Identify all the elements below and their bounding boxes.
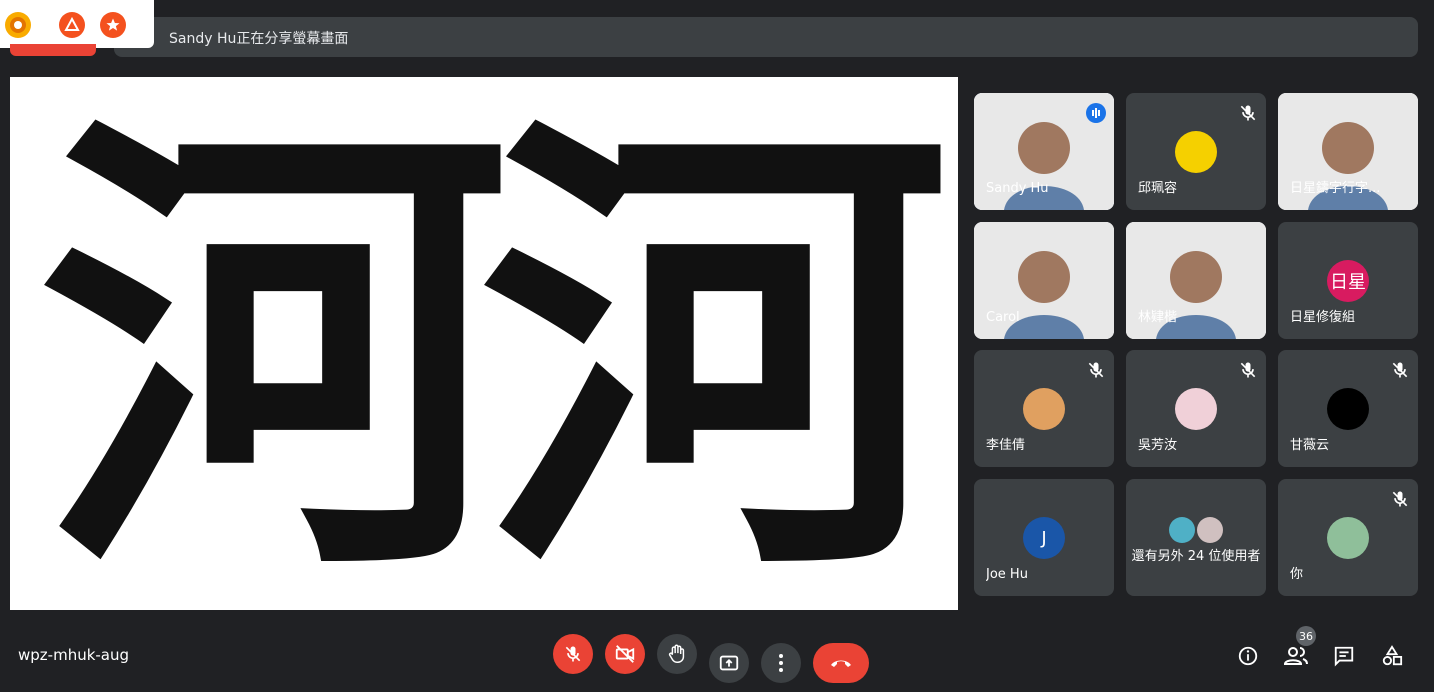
participant-tile[interactable]: J Joe Hu	[974, 479, 1114, 596]
participant-tile[interactable]: Carol	[974, 222, 1114, 339]
call-end-icon	[831, 660, 851, 667]
avatar	[1327, 388, 1369, 430]
avatar	[1023, 388, 1065, 430]
chat-icon	[1334, 646, 1354, 667]
participant-name: 吳芳汝	[1138, 438, 1178, 453]
participant-tile[interactable]: 甘薇云	[1278, 350, 1418, 467]
mic-muted-icon	[1086, 360, 1106, 380]
participant-tile[interactable]: 吳芳汝	[1126, 350, 1266, 467]
glyph-left: 河	[40, 77, 510, 610]
avatar-initial: J	[1023, 517, 1065, 559]
banner-text: Sandy Hu正在分享螢幕畫面	[169, 31, 349, 47]
activities-button[interactable]	[1378, 642, 1406, 670]
recording-indicator	[10, 44, 96, 56]
mic-off-icon	[565, 646, 581, 662]
mic-muted-icon	[1238, 360, 1258, 380]
more-options-button[interactable]	[761, 643, 801, 683]
present-now-button[interactable]	[709, 643, 749, 683]
avatar-initial: 日星	[1327, 260, 1369, 302]
mic-muted-icon	[1238, 103, 1258, 123]
star-badge-icon[interactable]	[100, 12, 126, 38]
meeting-details-button[interactable]	[1234, 642, 1262, 670]
raise-hand-button[interactable]	[657, 634, 697, 674]
people-icon	[1284, 647, 1308, 665]
participant-tile[interactable]: 日星鑄字行字...	[1278, 93, 1418, 210]
participant-name: 林肄楷	[1138, 310, 1178, 325]
participant-name: 還有另外 24 位使用者	[1131, 549, 1261, 564]
participant-name: 甘薇云	[1290, 438, 1330, 453]
mic-muted-icon	[1390, 360, 1410, 380]
avatar	[1175, 131, 1217, 173]
meeting-code: wpz-mhuk-aug	[18, 646, 130, 664]
participant-tile[interactable]: 邱珮容	[1126, 93, 1266, 210]
participant-name: Sandy Hu	[986, 181, 1049, 196]
camera-toggle-button[interactable]	[605, 634, 645, 674]
shared-screen-glyphs: 河 河	[40, 77, 950, 610]
info-icon	[1238, 646, 1258, 666]
participant-name: 你	[1290, 567, 1304, 582]
triangle-logo-icon[interactable]	[59, 12, 85, 38]
participant-tile[interactable]: 你	[1278, 479, 1418, 596]
present-screen-icon	[719, 655, 739, 671]
participant-tile[interactable]: 林肄楷	[1126, 222, 1266, 339]
participant-tile[interactable]: Sandy Hu	[974, 93, 1114, 210]
extension-bar	[0, 0, 154, 56]
bottom-toolbar: wpz-mhuk-aug 36	[0, 620, 1434, 692]
glyph-right: 河	[480, 77, 950, 610]
participant-name: Carol	[986, 310, 1020, 325]
participant-tile[interactable]: 李佳倩	[974, 350, 1114, 467]
more-vert-icon	[779, 654, 783, 672]
participant-name: 邱珮容	[1138, 181, 1178, 196]
participant-tile[interactable]: 日星日星修復組	[1278, 222, 1418, 339]
avatar	[1327, 517, 1369, 559]
shared-screen: 河 河	[10, 77, 958, 610]
camera-off-icon	[615, 645, 635, 663]
participant-name: Joe Hu	[986, 567, 1028, 582]
people-count-badge: 36	[1296, 626, 1316, 646]
participant-name: 李佳倩	[986, 438, 1026, 453]
participant-tile[interactable]: 還有另外 24 位使用者	[1126, 479, 1266, 596]
activities-shapes-icon	[1382, 645, 1403, 666]
mic-toggle-button[interactable]	[553, 634, 593, 674]
participant-name: 日星修復組	[1290, 310, 1356, 325]
participant-name: 日星鑄字行字...	[1290, 181, 1381, 196]
chat-button[interactable]	[1330, 642, 1358, 670]
hand-icon	[668, 644, 685, 663]
people-button[interactable]	[1282, 642, 1310, 670]
mic-muted-icon	[1390, 489, 1410, 509]
screen-share-banner: Sandy Hu正在分享螢幕畫面	[114, 17, 1418, 57]
meet-extension-icon[interactable]	[5, 12, 31, 38]
speaking-indicator-icon	[1086, 103, 1106, 123]
avatar	[1175, 388, 1217, 430]
leave-call-button[interactable]	[813, 643, 869, 683]
